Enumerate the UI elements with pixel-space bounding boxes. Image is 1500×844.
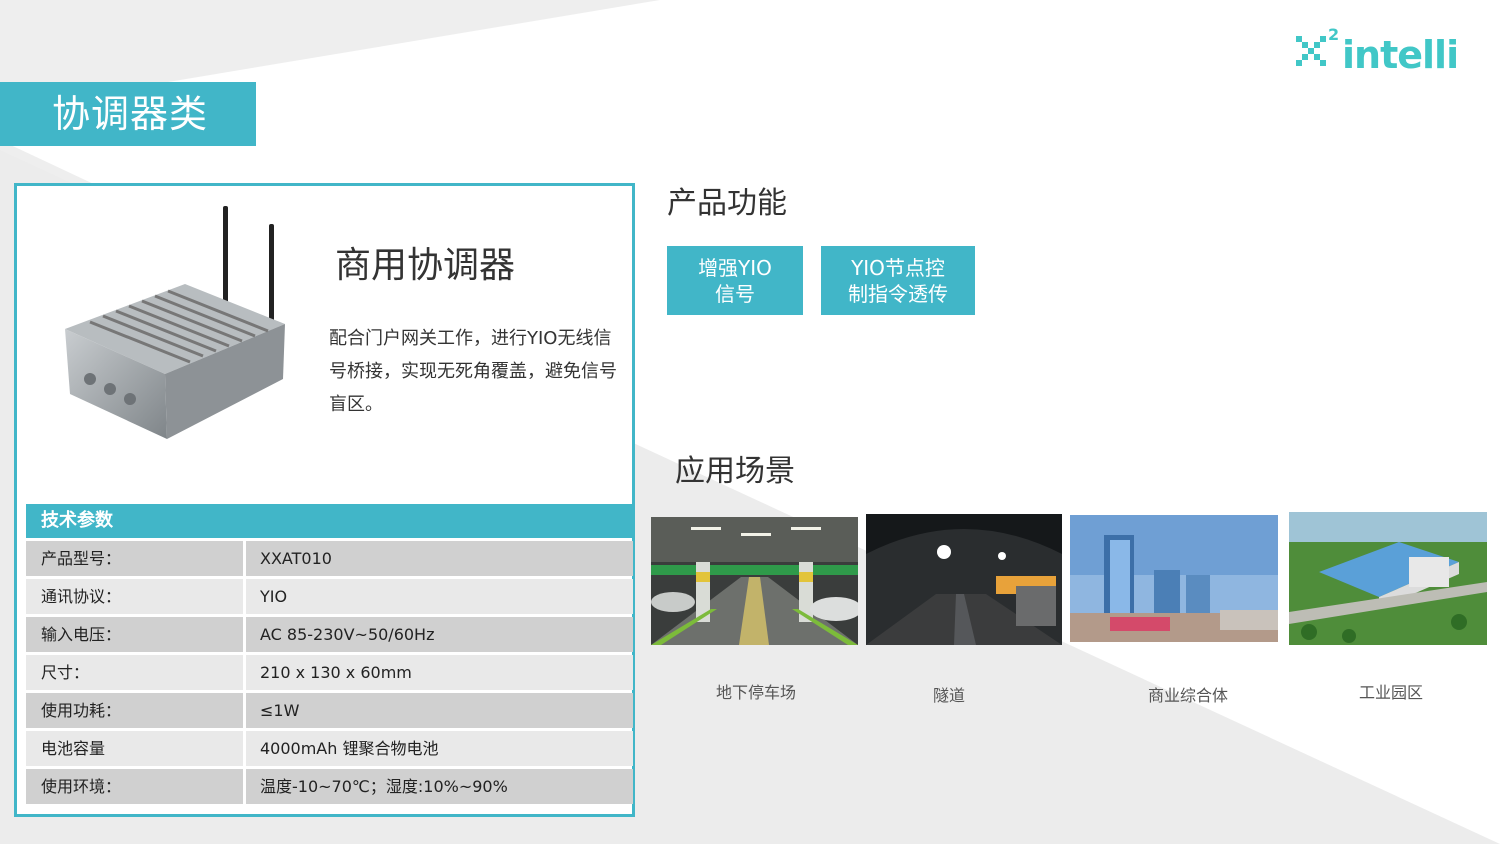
applications-title: 应用场景 xyxy=(675,454,795,489)
spec-table: 技术参数 产品型号： XXAT010 通讯协议： YIO 输入电压： AC 85-230V… xyxy=(26,504,633,804)
spec-value: YIO xyxy=(246,579,633,614)
scene-label: 商业综合体 xyxy=(1148,686,1229,705)
spec-label: 通讯协议： xyxy=(26,579,243,614)
spec-label: 产品型号： xyxy=(26,541,243,576)
scene-label: 隧道 xyxy=(933,686,966,705)
scene-label: 工业园区 xyxy=(1359,683,1424,702)
spec-value: 210 x 130 x 60mm xyxy=(246,655,633,690)
spec-row: 使用功耗： ≤1W xyxy=(26,693,633,728)
spec-row: 产品型号： XXAT010 xyxy=(26,541,633,576)
spec-label: 使用环境： xyxy=(26,769,243,804)
spec-table-header: 技术参数 xyxy=(26,504,633,538)
spec-label: 电池容量 xyxy=(26,731,243,766)
commercial-complex-photo xyxy=(1070,515,1278,642)
brand-logo: 2 intelli xyxy=(1292,25,1462,77)
spec-label: 尺寸： xyxy=(26,655,243,690)
parking-garage-photo xyxy=(651,517,858,645)
spec-row: 通讯协议： YIO xyxy=(26,579,633,614)
feature-badge-relay: YIO节点控 制指令透传 xyxy=(821,246,975,315)
spec-row: 尺寸： 210 x 130 x 60mm xyxy=(26,655,633,690)
spec-row: 电池容量 4000mAh 锂聚合物电池 xyxy=(26,731,633,766)
spec-label: 输入电压： xyxy=(26,617,243,652)
functions-title: 产品功能 xyxy=(667,186,787,221)
spec-value: XXAT010 xyxy=(246,541,633,576)
spec-row: 输入电压： AC 85-230V~50/60Hz xyxy=(26,617,633,652)
feature-line: YIO节点控 xyxy=(851,255,945,280)
spec-value: AC 85-230V~50/60Hz xyxy=(246,617,633,652)
feature-line: 信号 xyxy=(714,281,755,306)
product-name: 商用协调器 xyxy=(335,245,516,286)
svg-text:2: 2 xyxy=(1328,26,1339,44)
industrial-park-photo xyxy=(1289,512,1487,645)
product-card: 商用协调器 配合门户网关工作，进行YIO无线信号桥接，实现无死角覆盖，避免信号盲… xyxy=(14,183,635,817)
feature-line: 制指令透传 xyxy=(848,281,948,306)
spec-value: 温度-10~70℃；湿度:10%~90% xyxy=(246,769,633,804)
feature-line: 增强YIO xyxy=(698,255,772,280)
section-title: 协调器类 xyxy=(0,82,256,146)
spec-value: ≤1W xyxy=(246,693,633,728)
scene-label: 地下停车场 xyxy=(716,683,797,702)
spec-label: 使用功耗： xyxy=(26,693,243,728)
feature-badge-signal: 增强YIO 信号 xyxy=(667,246,803,315)
tunnel-photo xyxy=(866,514,1062,645)
coordinator-device-image xyxy=(45,204,295,449)
svg-text:intelli: intelli xyxy=(1342,33,1458,76)
spec-row: 使用环境： 温度-10~70℃；湿度:10%~90% xyxy=(26,769,633,804)
spec-value: 4000mAh 锂聚合物电池 xyxy=(246,731,633,766)
product-description: 配合门户网关工作，进行YIO无线信号桥接，实现无死角覆盖，避免信号盲区。 xyxy=(329,328,617,415)
